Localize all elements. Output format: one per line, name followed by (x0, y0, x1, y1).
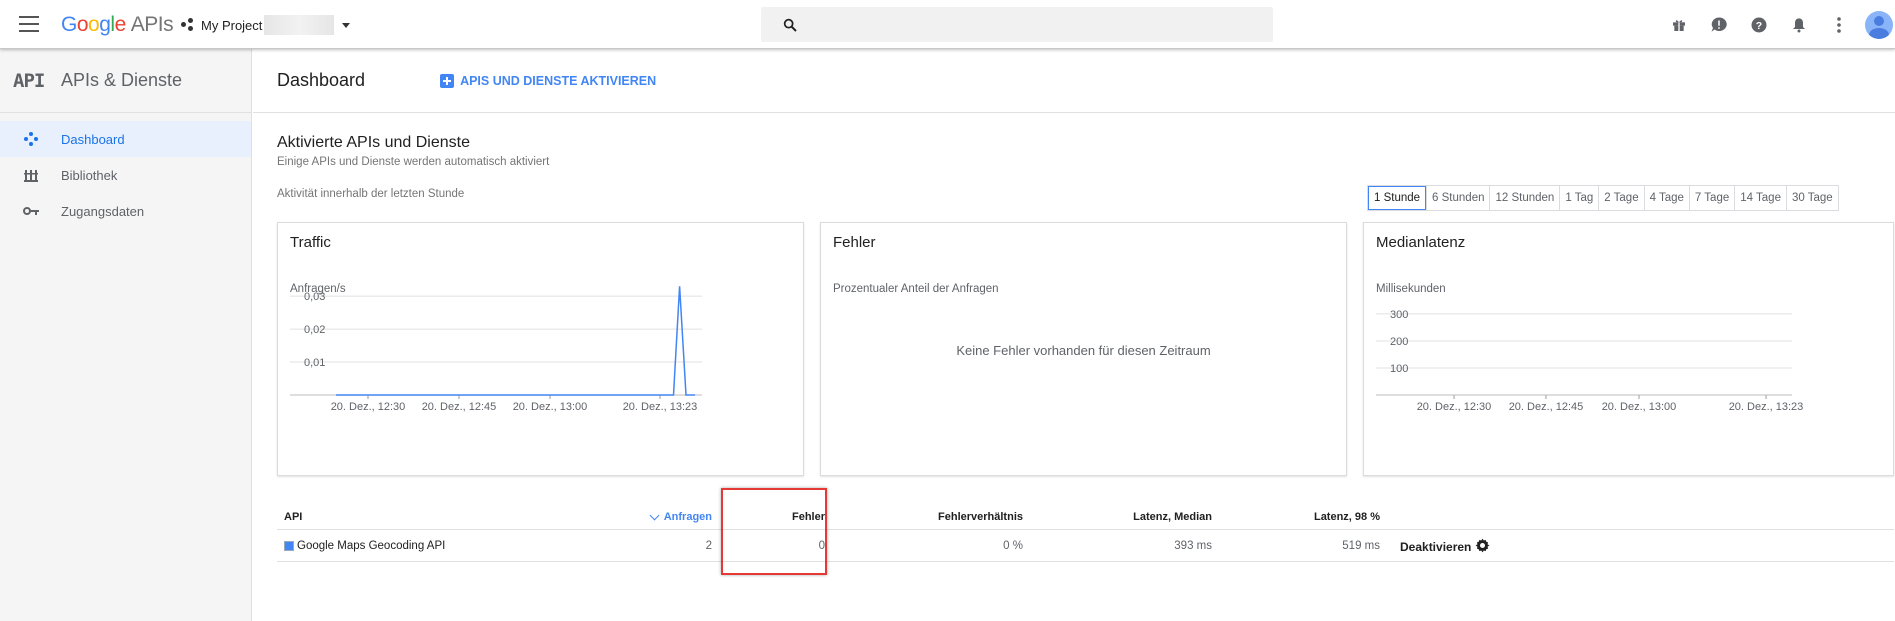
library-icon (0, 168, 61, 182)
traffic-chart: 0,01 0,02 0,03 20. Dez., 12:30 20. Dez., 12:… (290, 286, 702, 413)
feedback-icon[interactable] (1699, 0, 1739, 49)
cell-latency-98: 519 ms (1342, 540, 1380, 552)
sidebar-item-label: Dashboard (61, 131, 125, 147)
traffic-card: Traffic Anfragen/s 0,01 0,02 0,03 20. Dez.,… (277, 222, 804, 476)
sidebar-item-dashboard[interactable]: Dashboard (0, 121, 251, 157)
cell-error-ratio: 0 % (1003, 540, 1023, 552)
time-range-option[interactable]: 1 Stunde (1368, 186, 1427, 210)
header-api[interactable]: API (284, 511, 302, 523)
y-tick-label: 0,02 (304, 324, 325, 336)
project-selector[interactable]: My Project (181, 14, 351, 36)
search-icon (783, 18, 797, 32)
header-error-ratio[interactable]: Fehlerverhältnis (877, 511, 1023, 523)
api-service-icon (284, 541, 294, 551)
sidebar-item-label: Bibliothek (61, 167, 118, 183)
header-requests-label: Anfragen (663, 511, 712, 523)
dashboard-diamond-icon (0, 131, 61, 147)
account-avatar-icon[interactable] (1865, 10, 1893, 39)
y-tick-label: 100 (1390, 363, 1408, 375)
sort-descending-icon (649, 510, 660, 520)
errors-card: Fehler Prozentualer Anteil der Anfragen … (820, 222, 1347, 476)
y-tick-label: 0,01 (304, 357, 325, 369)
y-tick-label: 0,03 (304, 291, 325, 303)
redacted-project-id (264, 15, 335, 35)
gift-icon[interactable] (1659, 0, 1699, 49)
table-header: API Anfragen Fehler Fehlerverhältnis Lat… (277, 502, 1894, 530)
time-range-option[interactable]: 1 Tag (1559, 186, 1598, 210)
project-dots-icon (181, 18, 195, 32)
no-errors-message: Keine Fehler vorhanden für diesen Zeitra… (956, 343, 1211, 358)
api-logo-icon: API (13, 69, 45, 92)
gear-icon[interactable] (1475, 538, 1490, 558)
sidebar-item-credentials[interactable]: Zugangsdaten (0, 193, 251, 229)
x-tick-label: 20. Dez., 12:30 (1417, 401, 1492, 413)
activate-apis-label: APIS UND DIENSTE AKTIVIEREN (460, 73, 657, 88)
page-title: Dashboard (277, 70, 366, 90)
errors-card-title: Fehler (833, 234, 876, 251)
series-line (336, 286, 695, 396)
google-apis-logo[interactable]: Google APIs (61, 13, 174, 37)
sidebar-item-label: Zugangsdaten (61, 203, 145, 219)
time-range-option[interactable]: 7 Tage (1688, 186, 1734, 210)
errors-unit-label: Prozentualer Anteil der Anfragen (833, 283, 999, 295)
key-icon (0, 206, 61, 216)
page-header: Dashboard APIS UND DIENSTE AKTIVIEREN (253, 49, 1895, 113)
x-tick-label: 20. Dez., 13:00 (1602, 401, 1677, 413)
chevron-down-icon (342, 22, 351, 28)
time-range-option[interactable]: 2 Tage (1598, 186, 1643, 210)
time-range-option[interactable]: 30 Tage (1785, 186, 1838, 210)
api-link[interactable]: Google Maps Geocoding API (284, 540, 445, 552)
time-range-option[interactable]: 6 Stunden (1426, 186, 1489, 210)
latency-chart: 100 200 300 20. Dez., 12:30 20. Dez., 12:45 2… (1376, 309, 1804, 413)
cell-requests: 2 (705, 540, 712, 552)
logo-suffix: APIs (130, 13, 174, 36)
highlight-box (721, 488, 827, 575)
activity-label: Aktivität innerhalb der letzten Stunde (277, 188, 465, 200)
time-range-option[interactable]: 4 Tage (1643, 186, 1689, 210)
activate-apis-button[interactable]: APIS UND DIENSTE AKTIVIEREN (440, 73, 657, 88)
notifications-icon[interactable] (1779, 0, 1819, 49)
x-tick-label: 20. Dez., 12:45 (422, 401, 497, 413)
more-vert-icon[interactable] (1819, 0, 1859, 49)
api-name: Google Maps Geocoding API (297, 540, 446, 552)
x-tick-label: 20. Dez., 13:23 (1729, 401, 1804, 413)
x-tick-label: 20. Dez., 12:45 (1509, 401, 1584, 413)
menu-icon[interactable] (19, 16, 39, 32)
table-row: Google Maps Geocoding API 2 0 0 % 393 ms… (277, 530, 1894, 562)
project-name: My Project (201, 17, 263, 33)
header-latency-median[interactable]: Latenz, Median (1077, 511, 1212, 523)
x-tick-label: 20. Dez., 13:23 (623, 401, 698, 413)
top-app-bar: Google APIs My Project ? (0, 0, 1895, 49)
x-tick-label: 20. Dez., 12:30 (331, 401, 406, 413)
help-icon[interactable]: ? (1739, 0, 1779, 49)
deactivate-button[interactable]: Deaktivieren (1400, 540, 1471, 554)
svg-text:?: ? (1756, 19, 1762, 31)
sidebar-title: APIs & Dienste (61, 70, 183, 90)
header-requests-sorted[interactable]: Anfragen (637, 510, 712, 523)
header-latency-98[interactable]: Latenz, 98 % (1277, 511, 1380, 523)
time-range-selector: 1 Stunde 6 Stunden 12 Stunden 1 Tag 2 Tage 4 … (1367, 185, 1839, 211)
main-content: Dashboard APIS UND DIENSTE AKTIVIEREN Ak… (253, 49, 1895, 621)
sidebar-header: API APIs & Dienste (0, 49, 251, 113)
cell-latency-median: 393 ms (1174, 540, 1212, 552)
section-subtitle: Einige APIs und Dienste werden automatis… (277, 156, 550, 168)
latency-card: Medianlatenz Millisekunden 100 200 300 20. … (1363, 222, 1894, 476)
sidebar: API APIs & Dienste Dashboard Bibliothek … (0, 49, 252, 621)
x-tick-label: 20. Dez., 13:00 (513, 401, 588, 413)
time-range-option[interactable]: 14 Tage (1734, 186, 1786, 210)
add-box-icon (440, 73, 455, 88)
search-input[interactable] (761, 7, 1273, 42)
y-tick-label: 300 (1390, 309, 1408, 321)
sidebar-item-library[interactable]: Bibliothek (0, 157, 251, 193)
api-table: API Anfragen Fehler Fehlerverhältnis Lat… (277, 502, 1894, 562)
time-range-option[interactable]: 12 Stunden (1489, 186, 1559, 210)
y-tick-label: 200 (1390, 336, 1408, 348)
section-title: Aktivierte APIs und Dienste (277, 134, 470, 151)
